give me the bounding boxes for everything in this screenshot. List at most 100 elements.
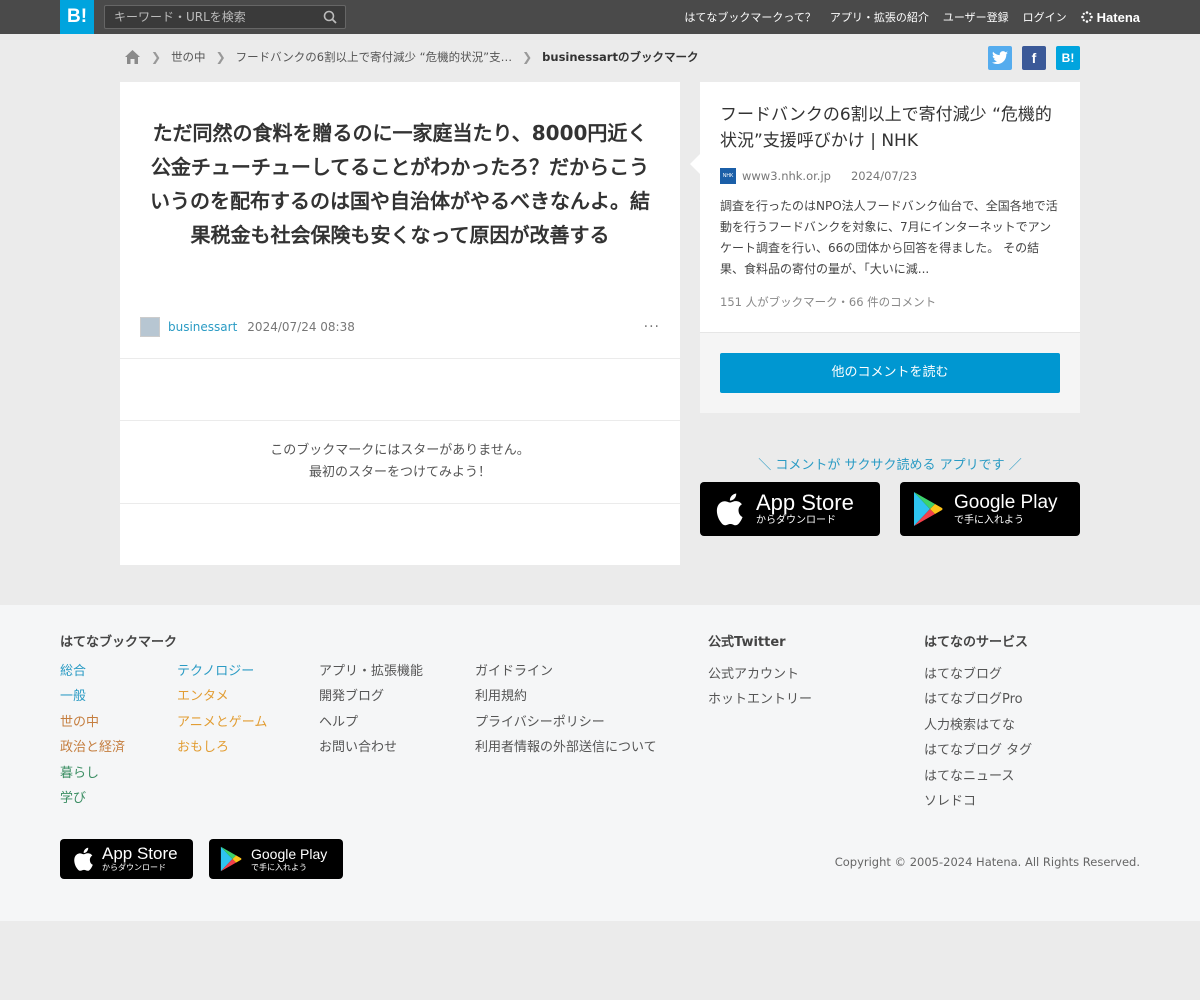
footer-google-play-subtitle: で手に入れよう <box>251 863 307 872</box>
footer-service-link[interactable]: はてなブログ <box>924 662 1032 687</box>
app-store-subtitle: からダウンロード <box>756 515 836 526</box>
footer-category-link[interactable]: 一般 <box>60 684 125 709</box>
breadcrumb-entry[interactable]: フードバンクの6割以上で寄付減少 “危機的状況”支… <box>236 49 512 65</box>
footer-twitter-link[interactable]: ホットエントリー <box>708 687 812 712</box>
hatena-brand-text: Hatena <box>1096 9 1140 25</box>
footer-app-store-subtitle: からダウンロード <box>102 863 166 872</box>
nav-login[interactable]: ログイン <box>1023 9 1067 25</box>
divider <box>120 358 680 359</box>
footer-category-link[interactable]: 総合 <box>60 659 125 684</box>
more-options-icon[interactable]: ··· <box>644 319 660 335</box>
chevron-right-icon: ❯ <box>151 50 162 64</box>
footer-service-link[interactable]: はてなブログ タグ <box>924 738 1032 763</box>
footer-google-play-button[interactable]: Google Play で手に入れよう <box>209 839 343 879</box>
footer-link[interactable]: ヘルプ <box>319 710 423 735</box>
nav-register[interactable]: ユーザー登録 <box>943 9 1009 25</box>
read-comments-box: 他のコメントを読む <box>700 332 1080 413</box>
footer-link[interactable]: お問い合わせ <box>319 735 423 760</box>
google-play-icon <box>220 846 242 872</box>
nhk-favicon-icon: NHK <box>720 168 736 184</box>
hatena-share-icon[interactable]: B! <box>1056 46 1080 70</box>
footer-link[interactable]: 開発ブログ <box>319 684 423 709</box>
avatar[interactable] <box>140 317 160 337</box>
footer: はてなブックマーク 総合 一般 世の中 政治と経済 暮らし 学び テクノロジー エンタメ アニ… <box>0 605 1200 921</box>
google-play-subtitle: で手に入れよう <box>954 515 1024 526</box>
breadcrumb-category[interactable]: 世の中 <box>171 49 206 65</box>
footer-link[interactable]: 利用規約 <box>475 684 657 709</box>
footer-twitter-link[interactable]: 公式アカウント <box>708 662 812 687</box>
footer-category-link[interactable]: テクノロジー <box>177 659 267 684</box>
bookmark-card: ただ同然の食料を贈るのに一家庭当たり、8000円近く公金チューチューしてることが… <box>120 82 680 565</box>
apple-icon <box>74 847 93 871</box>
bookmark-date[interactable]: 2024/07/24 08:38 <box>247 320 355 334</box>
footer-category-link[interactable]: アニメとゲーム <box>177 710 267 735</box>
entry-title[interactable]: フードバンクの6割以上で寄付減少 “危機的状況”支援呼びかけ | NHK <box>720 102 1060 154</box>
footer-link[interactable]: プライバシーポリシー <box>475 710 657 735</box>
entry-date: 2024/07/23 <box>850 169 918 183</box>
entry-counts[interactable]: 151 人がブックマーク・66 件のコメント <box>720 294 1060 310</box>
footer-google-play-title: Google Play <box>251 846 328 862</box>
bookmark-comment: ただ同然の食料を贈るのに一家庭当たり、8000円近く公金チューチューしてることが… <box>150 121 650 247</box>
footer-link[interactable]: 利用者情報の外部送信について <box>475 735 657 760</box>
entry-domain[interactable]: www3.nhk.or.jp <box>742 169 831 183</box>
no-stars-line2: 最初のスターをつけてみよう！ <box>308 465 491 480</box>
divider <box>120 503 680 504</box>
footer-twitter-heading: 公式Twitter <box>708 635 786 650</box>
twitter-share-icon[interactable] <box>988 46 1012 70</box>
app-store-button[interactable]: App Store からダウンロード <box>700 482 880 536</box>
top-bar: B! はてなブックマークって？ アプリ・拡張の紹介 ユーザー登録 ログイン Ha… <box>0 0 1200 34</box>
footer-category-link[interactable]: 学び <box>60 786 125 811</box>
footer-app-store-button[interactable]: App Store からダウンロード <box>60 839 193 879</box>
copyright: Copyright © 2005-2024 Hatena. All Rights… <box>834 855 1140 869</box>
facebook-share-icon[interactable]: f <box>1022 46 1046 70</box>
footer-bookmark-heading: はてなブックマーク <box>60 635 178 650</box>
top-nav: はてなブックマークって？ アプリ・拡張の紹介 ユーザー登録 ログイン Haten… <box>684 0 1140 34</box>
footer-category-link[interactable]: 暮らし <box>60 761 125 786</box>
share-buttons: f B! <box>988 46 1080 70</box>
google-play-icon <box>914 492 943 526</box>
search-box[interactable] <box>104 5 346 29</box>
footer-service-link[interactable]: はてなニュース <box>924 764 1032 789</box>
footer-category-link[interactable]: エンタメ <box>177 684 267 709</box>
footer-links-3: アプリ・拡張機能 開発ブログ ヘルプ お問い合わせ <box>319 659 423 761</box>
home-icon[interactable] <box>124 49 141 65</box>
divider <box>120 420 680 421</box>
footer-categories-2: テクノロジー エンタメ アニメとゲーム おもしろ <box>177 659 267 761</box>
hatena-logo[interactable]: Hatena <box>1080 9 1140 25</box>
entry-description: 調査を行ったのはNPO法人フードバンク仙台で、全国各地で活動を行うフードバンクを… <box>720 199 1058 276</box>
google-play-title: Google Play <box>954 492 1058 513</box>
nav-apps[interactable]: アプリ・拡張の紹介 <box>830 9 929 25</box>
footer-service-link[interactable]: ソレドコ <box>924 789 1032 814</box>
app-store-title: App Store <box>756 490 854 515</box>
apple-icon <box>716 493 743 526</box>
nav-about[interactable]: はてなブックマークって？ <box>684 9 815 25</box>
no-stars-line1: このブックマークにはスターがありません。 <box>270 443 530 458</box>
chevron-right-icon: ❯ <box>215 50 226 64</box>
user-name-link[interactable]: businessart <box>168 320 237 334</box>
breadcrumb-current: businessartのブックマーク <box>542 50 699 64</box>
app-promo-text: ＼ コメントが サクサク読める アプリです ／ <box>758 458 1022 473</box>
footer-link[interactable]: ガイドライン <box>475 659 657 684</box>
entry-card: フードバンクの6割以上で寄付減少 “危機的状況”支援呼びかけ | NHK NHK… <box>690 82 1080 332</box>
search-icon[interactable] <box>323 10 337 24</box>
chevron-right-icon: ❯ <box>522 50 533 64</box>
bookmark-meta: businessart 2024/07/24 08:38 ··· <box>140 317 660 337</box>
footer-link[interactable]: アプリ・拡張機能 <box>319 659 423 684</box>
hatena-dots-icon <box>1080 11 1093 23</box>
search-input[interactable] <box>105 6 315 28</box>
footer-category-link[interactable]: 政治と経済 <box>60 735 125 760</box>
read-other-comments-button[interactable]: 他のコメントを読む <box>720 353 1060 393</box>
footer-links-4: ガイドライン 利用規約 プライバシーポリシー 利用者情報の外部送信について <box>475 659 657 761</box>
breadcrumb: ❯ 世の中 ❯ フードバンクの6割以上で寄付減少 “危機的状況”支… ❯ bus… <box>124 46 698 68</box>
footer-category-link[interactable]: おもしろ <box>177 735 267 760</box>
no-stars-message: このブックマークにはスターがありません。 最初のスターをつけてみよう！ <box>120 440 680 484</box>
footer-services-section: はてなのサービス はてなブログ はてなブログPro 人力検索はてな はてなブログ タグ… <box>924 631 1032 814</box>
footer-service-link[interactable]: はてなブログPro <box>924 687 1032 712</box>
entry-source: NHK www3.nhk.or.jp 2024/07/23 <box>720 168 1060 184</box>
footer-category-link[interactable]: 世の中 <box>60 710 125 735</box>
footer-app-store-title: App Store <box>102 844 178 863</box>
hatena-bookmark-logo[interactable]: B! <box>60 0 94 34</box>
google-play-button[interactable]: Google Play で手に入れよう <box>900 482 1080 536</box>
footer-service-link[interactable]: 人力検索はてな <box>924 713 1032 738</box>
footer-services-heading: はてなのサービス <box>924 635 1029 650</box>
